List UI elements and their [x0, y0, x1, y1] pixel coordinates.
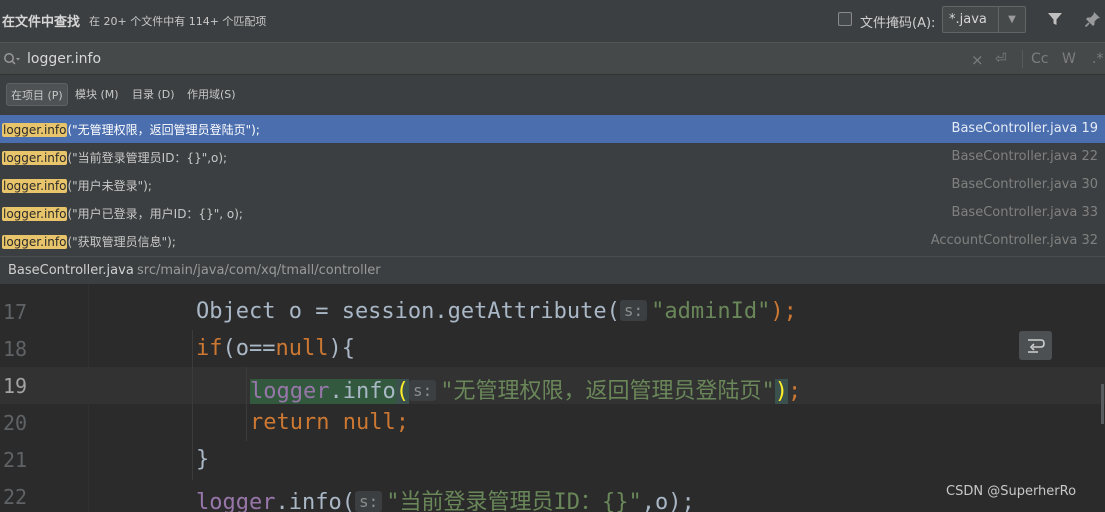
param-hint: s:: [408, 380, 437, 401]
code-line[interactable]: 18 if(o==null){: [0, 330, 1105, 367]
line-number: 19: [3, 374, 28, 398]
results-list: logger.info("无管理权限，返回管理员登陆页"); BaseContr…: [0, 115, 1105, 256]
line-number: 22: [3, 485, 28, 509]
code-text: }: [196, 447, 210, 472]
code-text: Object o = session.getAttribute(s: "admin…: [196, 299, 797, 324]
indent-guide: [246, 367, 247, 441]
line-number: 17: [3, 300, 28, 324]
result-row[interactable]: logger.info("用户未登录"); BaseController.jav…: [0, 171, 1105, 199]
match-highlight: logger.info: [2, 151, 68, 165]
result-row[interactable]: logger.info("无管理权限，返回管理员登陆页"); BaseContr…: [0, 115, 1105, 143]
result-file: BaseController.java 30: [951, 177, 1098, 192]
result-code: logger.info("无管理权限，返回管理员登陆页");: [2, 121, 260, 138]
match-case-toggle[interactable]: Cc: [1031, 51, 1048, 67]
chevron-down-icon[interactable]: ▼: [998, 7, 1025, 32]
line-number: 21: [3, 448, 28, 472]
file-mask-value: *.java: [949, 12, 987, 27]
search-bar: × ⏎ Cc W .*: [0, 42, 1105, 75]
scope-project[interactable]: 在项目 (P): [6, 83, 68, 106]
file-mask-combo[interactable]: *.java ▼: [942, 6, 1026, 33]
match-highlight: logger.info: [2, 123, 68, 137]
scope-custom[interactable]: 作用域(S): [183, 83, 240, 106]
result-file: BaseController.java 22: [951, 149, 1098, 164]
code-text: if(o==null){: [196, 336, 355, 361]
match-highlight: logger.info: [2, 179, 68, 193]
scrollbar-thumb[interactable]: [1101, 384, 1104, 424]
result-code: logger.info("用户已登录，用户ID：{}", o);: [2, 205, 243, 222]
popup-header: 在文件中查找 在 20+ 个文件中有 114+ 个匹配项 文件掩码(A): *.…: [0, 0, 1105, 42]
preview-file-name: BaseController.java: [8, 263, 134, 278]
result-code: logger.info("获取管理员信息");: [2, 233, 176, 250]
code-line[interactable]: 22 logger.info(s: "当前登录管理员ID：{}",o);: [0, 478, 1105, 512]
result-row[interactable]: logger.info("当前登录管理员ID：{}",o); BaseContr…: [0, 143, 1105, 171]
param-hint: s:: [619, 300, 648, 321]
search-icon[interactable]: [3, 52, 21, 66]
scope-module[interactable]: 模块 (M): [71, 83, 123, 106]
result-rest: ("用户未登录");: [67, 179, 152, 193]
filter-icon[interactable]: [1046, 10, 1064, 28]
code-line[interactable]: 20 return null;: [0, 404, 1105, 441]
code-text: return null;: [250, 410, 409, 435]
divider: [1022, 50, 1023, 68]
line-number: 18: [3, 337, 28, 361]
result-file: AccountController.java 32: [930, 233, 1098, 248]
param-hint: s:: [354, 491, 383, 512]
current-code-line[interactable]: 19 logger.info(s: "无管理权限，返回管理员登陆页");: [0, 367, 1105, 404]
line-number: 20: [3, 411, 28, 435]
result-rest: ("当前登录管理员ID：{}",o);: [67, 151, 228, 165]
result-code: logger.info("用户未登录");: [2, 177, 152, 194]
soft-wrap-icon[interactable]: [1019, 331, 1052, 360]
result-file: BaseController.java 19: [951, 121, 1098, 136]
scope-bar: 在项目 (P) 模块 (M) 目录 (D) 作用域(S): [0, 76, 1105, 114]
result-file: BaseController.java 33: [951, 205, 1098, 220]
search-input[interactable]: [27, 49, 927, 69]
find-in-files-popup: 在文件中查找 在 20+ 个文件中有 114+ 个匹配项 文件掩码(A): *.…: [0, 0, 1105, 284]
pin-icon[interactable]: [1084, 10, 1102, 28]
code-line[interactable]: 17 Object o = session.getAttribute(s: "ad…: [0, 293, 1105, 330]
match-highlight: logger.info: [2, 207, 68, 221]
clear-icon[interactable]: ×: [971, 51, 984, 69]
popup-title: 在文件中查找: [2, 15, 81, 30]
code-text: logger.info(s: "当前登录管理员ID：{}",o);: [196, 490, 695, 512]
newline-icon[interactable]: ⏎: [995, 51, 1007, 67]
preview-directory: src/main/java/com/xq/tmall/controller: [137, 263, 381, 278]
scope-directory[interactable]: 目录 (D): [128, 83, 179, 106]
watermark: CSDN @SuperherRo: [946, 484, 1077, 499]
preview-path-bar: BaseController.java src/main/java/com/xq…: [0, 256, 1105, 284]
code-editor[interactable]: 17 Object o = session.getAttribute(s: "ad…: [0, 284, 1105, 512]
indent-guide: [192, 330, 193, 480]
result-rest: ("获取管理员信息");: [67, 235, 176, 249]
result-row[interactable]: logger.info("获取管理员信息"); AccountControlle…: [0, 227, 1105, 255]
result-code: logger.info("当前登录管理员ID：{}",o);: [2, 149, 227, 166]
regex-toggle[interactable]: .*: [1092, 51, 1103, 67]
result-row[interactable]: logger.info("用户已登录，用户ID：{}", o); BaseCon…: [0, 199, 1105, 227]
file-mask-label: 文件掩码(A):: [860, 16, 936, 31]
match-summary: 在 20+ 个文件中有 114+ 个匹配项: [89, 15, 267, 28]
code-line[interactable]: 21 }: [0, 441, 1105, 478]
result-rest: ("无管理权限，返回管理员登陆页");: [67, 123, 260, 137]
file-mask-checkbox[interactable]: [838, 12, 852, 26]
whole-words-toggle[interactable]: W: [1062, 51, 1076, 67]
result-rest: ("用户已登录，用户ID：{}", o);: [67, 207, 243, 221]
match-highlight: logger.info: [2, 235, 68, 249]
code-text: logger.info(s: "无管理权限，返回管理员登陆页");: [250, 379, 802, 404]
